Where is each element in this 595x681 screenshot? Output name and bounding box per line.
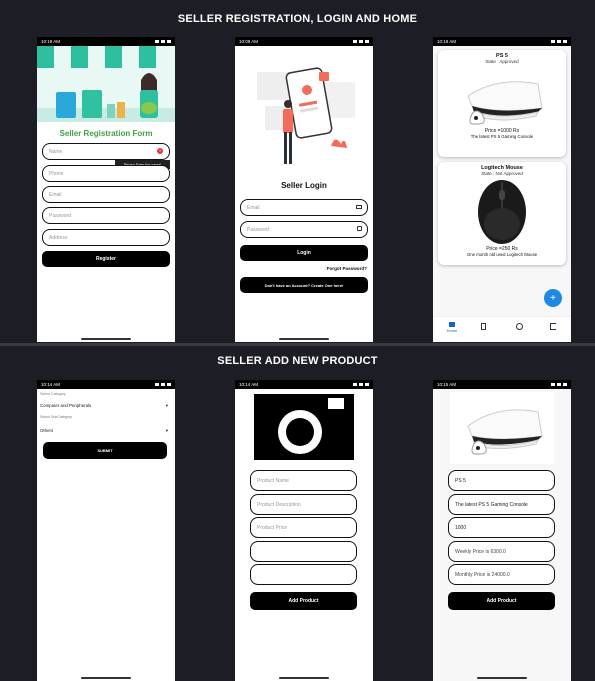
- logout-icon[interactable]: [550, 323, 556, 330]
- error-icon: !: [157, 148, 163, 154]
- product-description: One month old used Logitech Mouse: [466, 252, 538, 257]
- camera-icon[interactable]: [252, 392, 356, 462]
- nav-home[interactable]: Home: [445, 322, 459, 333]
- status-bar: 10:19 AM: [37, 37, 175, 46]
- shop-illustration: [37, 46, 175, 122]
- category-label: Select Category: [40, 392, 66, 396]
- category-screen: 10:14 AM Select Category Computer and Pe…: [37, 380, 175, 681]
- product-price-field[interactable]: 1000: [448, 517, 555, 538]
- submit-button[interactable]: SUBMIT: [43, 442, 167, 459]
- orders-icon[interactable]: [481, 323, 486, 330]
- dropdown-arrow-icon: ▾: [165, 403, 168, 408]
- login-screen: 10:09 AM Seller Login Email Password Log…: [235, 37, 373, 342]
- nav-home-label: Home: [446, 328, 458, 333]
- history-icon[interactable]: [516, 323, 523, 330]
- home-indicator: [81, 338, 131, 340]
- login-button[interactable]: Login: [240, 245, 368, 261]
- home-indicator: [279, 677, 329, 679]
- login-password-field[interactable]: Password: [240, 221, 368, 238]
- create-account-button[interactable]: Don't have an Account? Create One here!: [240, 277, 368, 293]
- section-title-add-product: SELLER ADD NEW PRODUCT: [217, 355, 378, 367]
- weekly-price-field: Weekly Price is 6300.0: [448, 541, 555, 562]
- login-title: Seller Login: [281, 181, 327, 190]
- login-email-field[interactable]: Email: [240, 199, 368, 216]
- add-product-button[interactable]: Add Product: [448, 592, 555, 610]
- section-title-registration: SELLER REGISTRATION, LOGIN AND HOME: [177, 13, 418, 25]
- monthly-price-field: Monthly Price is 24000.0: [448, 564, 555, 585]
- forgot-password-link[interactable]: Forgot Password?: [327, 266, 367, 271]
- home-indicator: [279, 338, 329, 340]
- bottom-nav: Home: [433, 316, 571, 342]
- status-bar: 10:14 AM: [37, 380, 175, 389]
- add-product-button[interactable]: Add Product: [250, 592, 357, 610]
- add-product-filled-screen: 10:15 AM PS 5 The latest PS 5 Gaming Con…: [433, 380, 571, 681]
- status-time: 10:14 AM: [239, 382, 259, 387]
- register-button[interactable]: Register: [42, 251, 170, 267]
- home-indicator: [81, 677, 131, 679]
- product-state: State : Not Approved: [481, 171, 523, 176]
- category-value: Computer and Peripherals: [40, 403, 92, 408]
- ps5-image[interactable]: [450, 392, 554, 464]
- product-name-field[interactable]: PS 5: [448, 470, 555, 491]
- home-screen: 10:19 AM PS 5 State : Approved Price =10…: [433, 37, 571, 342]
- product-price-field[interactable]: Product Price: [250, 517, 357, 538]
- name-field[interactable]: Name: [42, 143, 170, 160]
- password-field[interactable]: Password: [42, 207, 170, 224]
- email-field[interactable]: Email: [42, 186, 170, 203]
- status-time: 10:19 AM: [437, 39, 457, 44]
- category-select[interactable]: Computer and Peripherals ▾: [40, 403, 168, 409]
- address-field[interactable]: Address: [42, 229, 170, 246]
- status-bar: 10:09 AM: [235, 37, 373, 46]
- registration-screen: 10:19 AM Seller Registration Form Name !…: [37, 37, 175, 342]
- login-illustration: [235, 46, 373, 172]
- product-card[interactable]: Logitech Mouse State : Not Approved Pric…: [438, 162, 566, 265]
- dropdown-arrow-icon: ▾: [165, 428, 168, 433]
- lock-icon: [357, 226, 362, 231]
- product-description-field[interactable]: Product Description: [250, 494, 357, 515]
- registration-title: Seller Registration Form: [59, 129, 153, 138]
- phone-field[interactable]: Phone: [42, 165, 170, 182]
- monthly-price-field[interactable]: [250, 564, 357, 585]
- subcategory-label: Select SubCategory: [40, 415, 72, 419]
- subcategory-select[interactable]: Others ▾: [40, 428, 168, 434]
- weekly-price-field[interactable]: [250, 541, 357, 562]
- product-description: The latest PS 5 Gaming Console: [470, 134, 534, 139]
- home-indicator: [477, 677, 527, 679]
- product-description-field[interactable]: The latest PS 5 Gaming Console: [448, 494, 555, 515]
- product-name-field[interactable]: Product Name: [250, 470, 357, 491]
- status-time: 10:09 AM: [239, 39, 259, 44]
- product-card[interactable]: PS 5 State : Approved Price =1000 Rs The…: [438, 50, 566, 157]
- status-bar: 10:15 AM: [433, 380, 571, 389]
- status-bar: 10:19 AM: [433, 37, 571, 46]
- add-product-screen: 10:14 AM Product Name Product Descriptio…: [235, 380, 373, 681]
- status-time: 10:19 AM: [41, 39, 61, 44]
- section-divider: [0, 343, 595, 346]
- add-product-fab[interactable]: +: [544, 289, 562, 307]
- ps5-image: [467, 81, 543, 125]
- status-bar: 10:14 AM: [235, 380, 373, 389]
- home-icon: [449, 322, 455, 327]
- product-state: State : Approved: [485, 59, 519, 64]
- subcategory-value: Others: [40, 428, 54, 433]
- status-time: 10:15 AM: [437, 382, 457, 387]
- mail-icon: [356, 205, 362, 209]
- status-time: 10:14 AM: [41, 382, 61, 387]
- mouse-image: [478, 180, 526, 244]
